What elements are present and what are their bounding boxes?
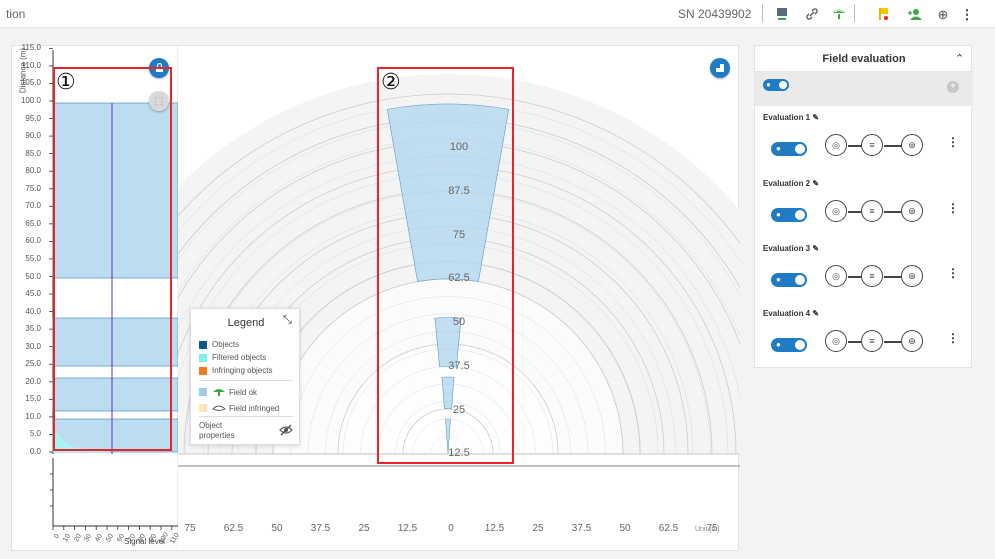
x-tick-label: 37.5: [571, 523, 592, 534]
evaluation-visibility-toggle[interactable]: ●: [771, 142, 807, 156]
annotation-box-1: [53, 67, 172, 451]
x-tick-label: 75: [184, 523, 196, 534]
filter-node-icon[interactable]: ≡: [861, 265, 883, 287]
eye-icon: ●: [766, 80, 771, 89]
eye-icon: ●: [776, 144, 781, 153]
divider: [199, 380, 293, 381]
more-vert-icon[interactable]: ⋮: [947, 331, 959, 345]
more-vert-icon[interactable]: ⋮: [957, 4, 977, 24]
x-tick-label: 62.5: [658, 523, 679, 534]
divider: [854, 4, 855, 22]
divider: [762, 4, 763, 22]
x-tick-label: 25: [358, 523, 370, 534]
add-user-icon[interactable]: [905, 4, 925, 24]
legend-field-ok: Field ok: [199, 387, 257, 397]
unit-label: Unit [m]: [695, 526, 720, 533]
eye-icon: ●: [776, 275, 781, 284]
view-mode-button[interactable]: [710, 58, 730, 78]
edit-icon[interactable]: ✎: [812, 113, 819, 122]
annotation-box-2: [377, 67, 514, 464]
chevron-up-icon[interactable]: ⌃: [955, 52, 964, 65]
evaluation-visibility-toggle[interactable]: ●: [771, 208, 807, 222]
filtered-swatch: [199, 353, 207, 362]
field-ok-swatch: [199, 388, 207, 396]
evaluation-title: Evaluation 3 ✎: [763, 244, 820, 253]
legend-filtered: Filtered objects: [199, 353, 266, 362]
field-evaluation-panel: Field evaluation ⌃ ● + Evaluation 1 ✎ ● …: [754, 45, 973, 368]
more-vert-icon[interactable]: ⋮: [947, 201, 959, 215]
top-bar: tion SN 20439902 ⊕ ⋮: [0, 0, 995, 28]
evaluation-visibility-toggle[interactable]: ●: [771, 273, 807, 287]
more-vert-icon[interactable]: ⋮: [947, 135, 959, 149]
filter-node-icon[interactable]: ≡: [861, 200, 883, 222]
x-tick-label: 12.5: [484, 523, 505, 534]
filter-node-icon[interactable]: ≡: [861, 330, 883, 352]
collapse-icon[interactable]: ⤡: [283, 314, 292, 327]
legend-panel: Legend ⤡ Objects Filtered objects Infrin…: [190, 308, 300, 445]
edit-icon[interactable]: ✎: [812, 244, 819, 253]
output-node-icon[interactable]: ⊛: [901, 134, 923, 156]
legend-field-infringed: Field infringed: [199, 403, 279, 413]
serial-number: SN 20439902: [678, 7, 752, 21]
panel-header: Field evaluation: [755, 46, 973, 72]
eye-icon: ●: [776, 210, 781, 219]
legend-infringing: Infringing objects: [199, 366, 272, 375]
output-node-icon[interactable]: ⊛: [901, 200, 923, 222]
x-tick-label: 50: [619, 523, 631, 534]
global-visibility-toggle[interactable]: ●: [763, 79, 789, 91]
sensor-node-icon[interactable]: ◎: [825, 134, 847, 156]
evaluation-title: Evaluation 2 ✎: [763, 179, 820, 188]
annotation-one: ①: [56, 70, 76, 95]
add-evaluation-button[interactable]: +: [947, 81, 959, 93]
globe-icon[interactable]: ⊕: [933, 4, 953, 24]
sensor-node-icon[interactable]: ◎: [825, 200, 847, 222]
eye-icon: ●: [776, 340, 781, 349]
infringing-swatch: [199, 366, 207, 375]
global-toggle-row: ● +: [755, 72, 973, 106]
visibility-off-icon[interactable]: [279, 424, 293, 439]
link-icon[interactable]: [802, 4, 822, 24]
x-tick-label: 12.5: [397, 523, 418, 534]
app-title: tion: [6, 7, 26, 21]
evaluation-title: Evaluation 1 ✎: [763, 113, 820, 122]
annotation-two: ②: [381, 70, 401, 95]
divider: [199, 416, 293, 417]
output-node-icon[interactable]: ⊛: [901, 265, 923, 287]
sensor-ok-icon[interactable]: [829, 4, 849, 24]
evaluation-visibility-toggle[interactable]: ●: [771, 338, 807, 352]
sensor-node-icon[interactable]: ◎: [825, 330, 847, 352]
edit-icon[interactable]: ✎: [812, 309, 819, 318]
alert-flag-icon[interactable]: [873, 4, 893, 24]
sensor-infringed-icon: [212, 405, 226, 411]
x-tick-label: 62.5: [223, 523, 244, 534]
x-tick-label: 0: [448, 523, 454, 534]
x-tick-label: 25: [532, 523, 544, 534]
x-tick-label: 50: [271, 523, 283, 534]
legend-objects: Objects: [199, 340, 239, 349]
more-vert-icon[interactable]: ⋮: [947, 266, 959, 280]
sensor-node-icon[interactable]: ◎: [825, 265, 847, 287]
x-axis-label: Signal level: [124, 537, 165, 546]
output-node-icon[interactable]: ⊛: [901, 330, 923, 352]
objects-swatch: [199, 340, 207, 349]
legend-object-props: Object properties: [199, 421, 235, 440]
field-infringed-swatch: [199, 404, 207, 412]
edit-icon[interactable]: ✎: [812, 179, 819, 188]
filter-node-icon[interactable]: ≡: [861, 134, 883, 156]
monitor-icon[interactable]: [772, 4, 792, 24]
evaluation-title: Evaluation 4 ✎: [763, 309, 820, 318]
sensor-ok-icon: [213, 389, 225, 396]
x-tick-label: 37.5: [310, 523, 331, 534]
